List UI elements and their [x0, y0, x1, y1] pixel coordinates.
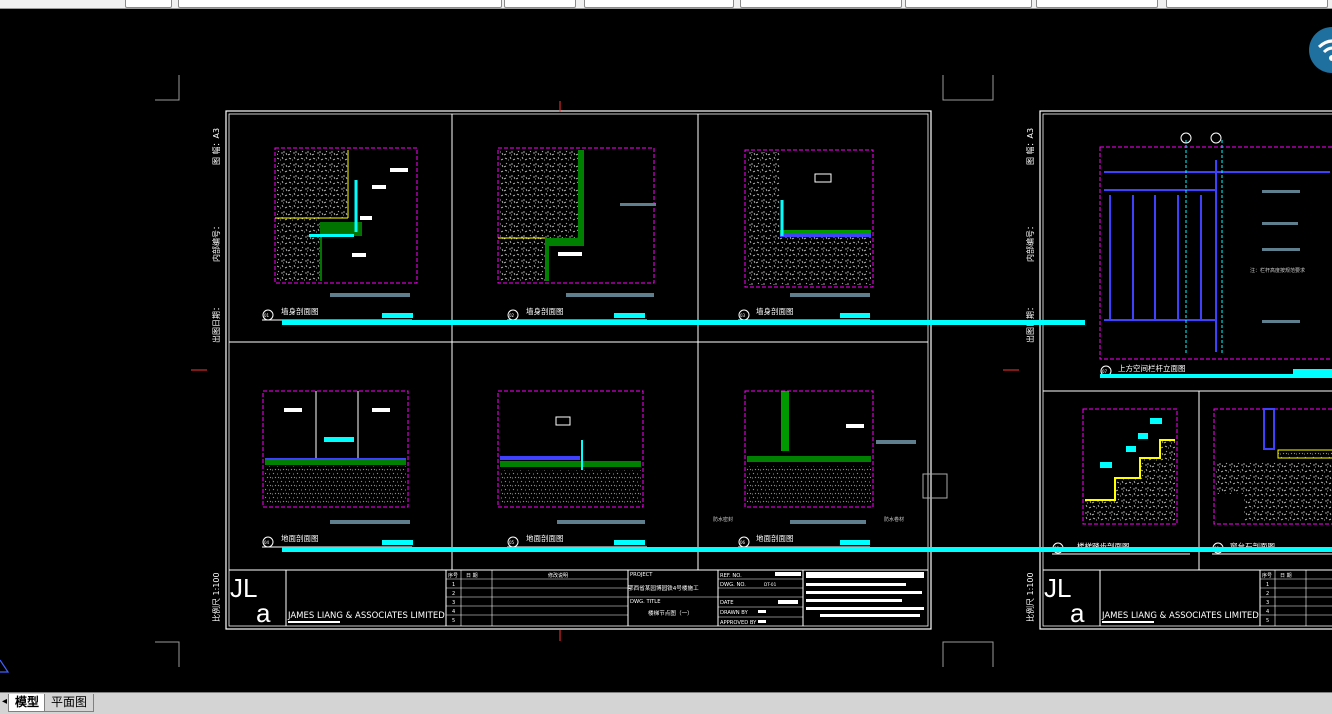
note-waterproof-seal: 防水密封 — [713, 516, 733, 523]
dwg-no-label: DWG. NO. — [720, 582, 746, 588]
toolbar-combo-4[interactable] — [584, 0, 734, 8]
toolbar-combo-6[interactable] — [905, 0, 1032, 8]
detail-title-01: 墙身剖面图 — [281, 306, 319, 316]
rev-row-5: 5 — [452, 618, 455, 624]
rev-header-no-right: 序号 — [1262, 572, 1272, 579]
label-sheet-size-right: 图 幅：A3 — [1025, 128, 1035, 165]
logo-a-right: a — [1070, 598, 1085, 628]
detail-num-05: 05 — [509, 540, 515, 545]
detail-06: 防水密封 防水卷材 — [713, 390, 916, 524]
ucs-icon — [0, 659, 10, 673]
logo-jl-right: JL — [1044, 573, 1071, 603]
rev-row-5-right: 5 — [1266, 618, 1269, 624]
title-block-right: JL a JAMES LIANG & ASSOCIATES LIMITED 序号… — [1044, 570, 1332, 628]
detail-02 — [497, 147, 656, 297]
rev-row-3: 3 — [452, 600, 455, 606]
detail-num-03: 03 — [740, 313, 746, 318]
rev-row-2-right: 2 — [1266, 591, 1269, 597]
toolbar-combo-8[interactable] — [1166, 0, 1328, 8]
detail-01 — [274, 147, 418, 297]
wifi-icon[interactable] — [1309, 27, 1332, 73]
label-internal-no-right: 内部编号： — [1025, 222, 1035, 262]
detail-08 — [1082, 408, 1178, 525]
rev-row-4-right: 4 — [1266, 609, 1269, 615]
rev-header-date-right: 日 期 — [1280, 573, 1292, 579]
rev-header-date: 日 期 — [466, 573, 478, 579]
company-name-right: JAMES LIANG & ASSOCIATES LIMITED — [1101, 611, 1259, 621]
rev-row-3-right: 3 — [1266, 600, 1269, 606]
drawing-canvas[interactable]: 图 幅：A3 内部编号： 出图日期： 比例尺 1:100 防水密封 防水卷材 0… — [0, 9, 1332, 692]
rev-header-no: 序号 — [448, 572, 458, 579]
detail-num-04: 04 — [264, 540, 270, 545]
detail-title-06: 地面剖面图 — [756, 533, 794, 543]
detail-title-04: 地面剖面图 — [281, 533, 319, 543]
rev-row-1: 1 — [452, 582, 455, 588]
drawn-by-label: DRAWN BY — [720, 610, 749, 616]
top-toolbar — [0, 0, 1332, 9]
title-block-left: JL a JAMES LIANG & ASSOCIATES LIMITED 序号… — [230, 570, 924, 628]
tab-model[interactable]: 模型 — [8, 694, 47, 712]
tab-nav-first-icon[interactable]: ◂ — [2, 696, 7, 707]
ref-no-label: REF. NO. — [720, 573, 742, 579]
detail-num-02: 02 — [509, 313, 515, 318]
project-name: 鄂西省某园博园铁4号楼施工 — [628, 584, 699, 592]
label-sheet-size: 图 幅：A3 — [211, 128, 221, 165]
small-marker-box — [922, 473, 948, 499]
dwg-no-value: DT-01 — [764, 582, 777, 587]
detail-title-05: 地面剖面图 — [526, 533, 564, 543]
detail-05 — [497, 390, 645, 524]
logo-jl: JL — [230, 573, 257, 603]
detail-03 — [744, 149, 874, 297]
rev-row-4: 4 — [452, 609, 455, 615]
tab-layout-plan[interactable]: 平面图 — [44, 694, 95, 712]
rev-row-1-right: 1 — [1266, 582, 1269, 588]
project-label: PROJECT — [630, 572, 653, 578]
detail-04 — [262, 390, 410, 524]
label-issue-date: 出图日期： — [211, 303, 221, 343]
dwg-title-label: DWG. TITLE — [630, 599, 660, 605]
detail-title-03: 墙身剖面图 — [756, 306, 794, 316]
approved-by-label: APPROVED BY — [720, 620, 757, 626]
rev-row-2: 2 — [452, 591, 455, 597]
rev-header-desc: 修改说明 — [548, 572, 568, 579]
detail-09 — [1213, 408, 1332, 525]
toolbar-combo-7[interactable] — [1036, 0, 1158, 8]
logo-a: a — [256, 598, 271, 628]
label-scale: 比例尺 1:100 — [211, 572, 221, 622]
detail-title-02: 墙身剖面图 — [526, 306, 564, 316]
date-label: DATE — [720, 600, 734, 606]
toolbar-combo-2[interactable] — [178, 0, 502, 8]
detail-num-01: 01 — [264, 313, 270, 318]
label-scale-right: 比例尺 1:100 — [1025, 572, 1035, 622]
note-waterproof-membrane: 防水卷材 — [884, 516, 904, 523]
sheet-left: 图 幅：A3 内部编号： 出图日期： 比例尺 1:100 防水密封 防水卷材 0… — [191, 101, 1019, 641]
left-title-labels: 图 幅：A3 内部编号： 出图日期： 比例尺 1:100 — [211, 128, 221, 622]
railing-note: 注：栏杆高度按规范要求 — [1250, 267, 1305, 274]
dwg-title: 楼梯节点图（一） — [648, 609, 693, 617]
layout-tab-bar: ◂ 模型 平面图 — [0, 692, 1332, 714]
detail-07: 注：栏杆高度按规范要求 — [1099, 132, 1332, 360]
detail-num-07: 07 — [1102, 369, 1108, 374]
label-internal-no: 内部编号： — [211, 222, 221, 262]
company-name: JAMES LIANG & ASSOCIATES LIMITED — [287, 611, 445, 621]
detail-title-07: 上方空间栏杆立面图 — [1118, 363, 1186, 373]
toolbar-combo-1[interactable] — [125, 0, 172, 8]
detail-num-06: 06 — [740, 540, 746, 545]
toolbar-combo-3[interactable] — [504, 0, 576, 8]
toolbar-combo-5[interactable] — [740, 0, 902, 8]
